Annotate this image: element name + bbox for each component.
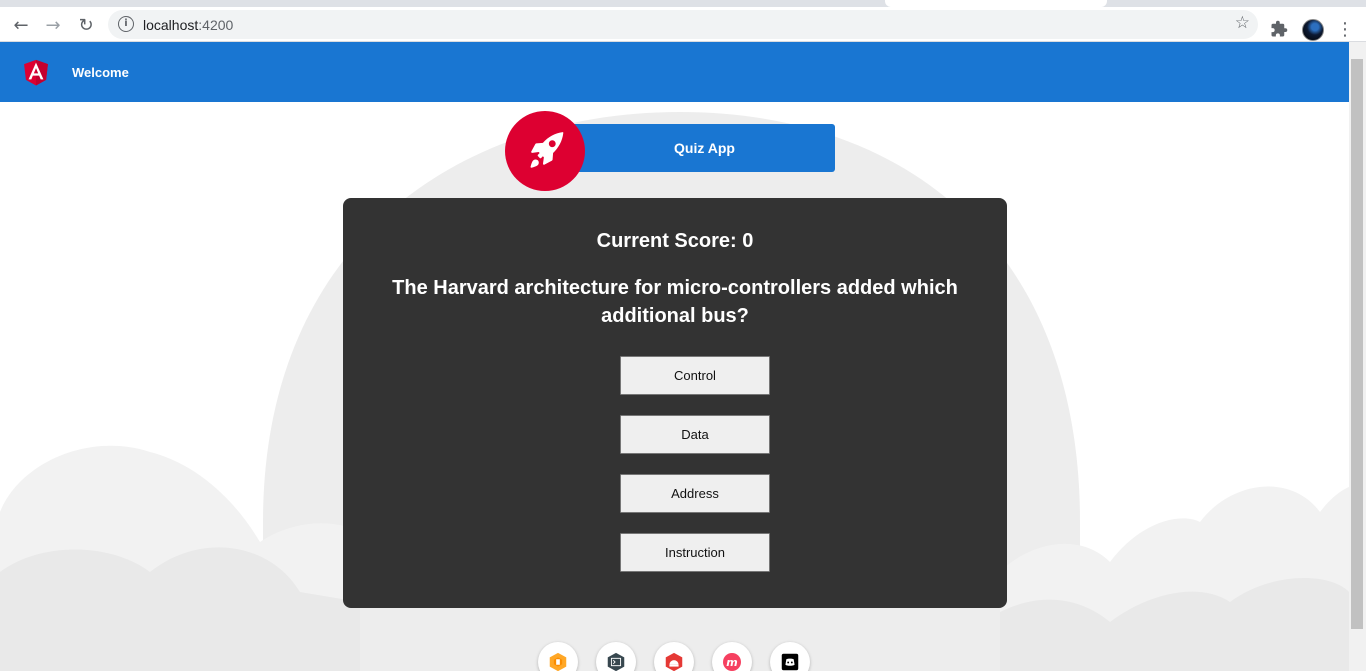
url-host: localhost bbox=[143, 17, 199, 33]
rocket-badge bbox=[505, 111, 585, 191]
toolbar-title: Welcome bbox=[72, 65, 129, 80]
page-scrollbar[interactable] bbox=[1349, 42, 1366, 671]
cli-icon bbox=[607, 652, 625, 671]
cli-link[interactable] bbox=[596, 642, 636, 671]
answer-button-data[interactable]: Data bbox=[620, 415, 770, 454]
active-tab[interactable] bbox=[885, 0, 1107, 7]
answer-button-instruction[interactable]: Instruction bbox=[620, 533, 770, 572]
address-bar[interactable]: i localhost:4200 ☆ bbox=[108, 10, 1258, 39]
question-text: The Harvard architecture for micro-contr… bbox=[392, 277, 958, 327]
quiz-app-banner: Quiz App bbox=[570, 124, 835, 172]
animations-link[interactable] bbox=[538, 642, 578, 671]
meetup-icon: m bbox=[723, 653, 741, 671]
browser-toolbar: ← → ↻ i localhost:4200 ☆ ⋮ bbox=[0, 7, 1366, 42]
meetup-link[interactable]: m bbox=[712, 642, 752, 671]
url-text[interactable]: localhost:4200 bbox=[143, 17, 233, 33]
extensions-icon[interactable] bbox=[1270, 20, 1288, 38]
quiz-card: Current Score: 0 The Harvard architectur… bbox=[343, 198, 1007, 608]
answer-button-address[interactable]: Address bbox=[620, 474, 770, 513]
back-icon[interactable]: ← bbox=[8, 12, 34, 38]
app-toolbar: Welcome bbox=[0, 42, 1349, 102]
page-viewport: Welcome Quiz App Current Score: 0 The Ha… bbox=[0, 42, 1366, 671]
browser-tab-strip bbox=[0, 0, 1366, 7]
resource-links: m bbox=[538, 642, 818, 671]
svg-text:m: m bbox=[726, 656, 737, 669]
bookmark-star-icon[interactable]: ☆ bbox=[1235, 13, 1250, 33]
material-link[interactable] bbox=[654, 642, 694, 671]
rocket-icon bbox=[530, 132, 564, 168]
discord-link[interactable] bbox=[770, 642, 810, 671]
material-icon bbox=[665, 652, 683, 671]
discord-icon bbox=[781, 653, 799, 671]
animations-icon bbox=[549, 652, 567, 671]
forward-icon[interactable]: → bbox=[40, 12, 66, 38]
angular-logo-icon[interactable] bbox=[20, 55, 52, 89]
reload-icon[interactable]: ↻ bbox=[73, 12, 99, 38]
current-score: Current Score: 0 bbox=[596, 230, 754, 252]
profile-avatar[interactable] bbox=[1302, 19, 1324, 41]
url-port: :4200 bbox=[198, 17, 234, 33]
site-info-icon[interactable]: i bbox=[118, 16, 134, 32]
scrollbar-thumb[interactable] bbox=[1351, 59, 1363, 629]
answer-button-control[interactable]: Control bbox=[620, 356, 770, 395]
browser-menu-icon[interactable]: ⋮ bbox=[1336, 19, 1354, 41]
